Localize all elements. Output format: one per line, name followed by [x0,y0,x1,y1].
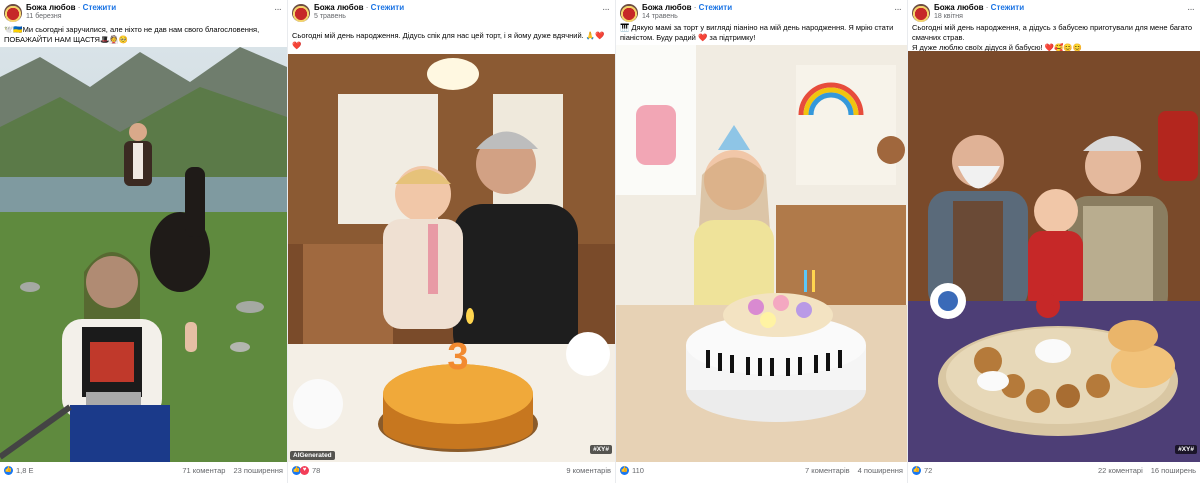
watermark-badge: #XY# [1175,445,1197,454]
post-image[interactable] [616,45,907,462]
post-image[interactable] [0,47,287,462]
post-card-2: Божа любов · Стежити 5 травень ··· Сього… [288,0,615,483]
post-date[interactable]: 5 травень [314,13,346,20]
post-caption: 🕊️🇺🇦Ми сьогодні заручилися, але ніхто не… [4,25,260,44]
post-caption: Сьогодні мій день народження, а дідусь з… [912,23,1193,52]
more-options-icon[interactable]: ··· [1187,4,1195,15]
follow-button[interactable]: Стежити [699,3,732,12]
comment-count[interactable]: 9 коментарів [566,466,611,475]
post-card-1: Божа любов · Стежити 11 березня ··· 🕊️🇺🇦… [0,0,287,483]
reactions[interactable]: 👍 110 [620,466,644,475]
more-options-icon[interactable]: ··· [274,4,282,15]
post-footer: 👍 1,8 E 71 коментар 23 поширення [4,466,283,478]
author-name[interactable]: Божа любов [314,3,364,12]
post-caption: Сьогодні мій день народження. Дідусь спі… [292,31,605,50]
author-line: Божа любов · Стежити [26,3,116,12]
author-line: Божа любов · Стежити [934,3,1024,12]
share-count[interactable]: 4 поширення [858,466,903,475]
post-image[interactable]: #XY# [908,51,1200,462]
couple-mountain-photo [0,47,287,462]
post-date[interactable]: 18 квітня [934,13,963,20]
follow-button[interactable]: Стежити [83,3,116,12]
reaction-count: 110 [632,466,644,475]
author-name[interactable]: Божа любов [934,3,984,12]
like-icon: 👍 [912,466,921,475]
page-avatar[interactable] [292,4,310,22]
post-header: Божа любов · Стежити 11 березня ··· [4,2,283,24]
reaction-count: 72 [924,466,933,475]
post-stats: 71 коментар 23 поширення [182,466,283,475]
post-date[interactable]: 11 березня [26,13,62,20]
feed-grid: Божа любов · Стежити 11 березня ··· 🕊️🇺🇦… [0,0,1200,483]
comment-count[interactable]: 7 коментарів [805,466,850,475]
post-stats: 7 коментарів 4 поширення [805,466,903,475]
post-footer: 👍 110 7 коментарів 4 поширення [620,466,903,478]
reactions[interactable]: 👍 72 [912,466,932,475]
post-header: Божа любов · Стежити 5 травень ··· [292,2,611,24]
candle-number: 3 [447,336,468,378]
like-icon: 👍 [4,466,13,475]
page-avatar[interactable] [4,4,22,22]
separator: · [693,3,697,12]
ai-generated-badge: AIGenerated [290,451,335,460]
watermark-badge: #XY# [590,445,612,454]
reactions[interactable]: 👍 1,8 E [4,466,34,475]
more-options-icon[interactable]: ··· [602,4,610,15]
post-footer: 👍 72 22 коментарі 16 поширень [912,466,1196,478]
separator: · [985,3,989,12]
share-count[interactable]: 16 поширень [1151,466,1196,475]
reactions[interactable]: 👍 ♥ 78 [292,466,320,475]
post-date[interactable]: 14 травень [642,13,678,20]
reaction-count: 1,8 E [16,466,34,475]
author-name[interactable]: Божа любов [26,3,76,12]
page-avatar[interactable] [620,4,638,22]
love-icon: ♥ [300,466,309,475]
comment-count[interactable]: 22 коментарі [1098,466,1143,475]
post-stats: 9 коментарів [566,466,611,475]
post-card-4: Божа любов · Стежити 18 квітня ··· Сього… [908,0,1200,483]
comment-count[interactable]: 71 коментар [182,466,225,475]
follow-button[interactable]: Стежити [371,3,404,12]
page-avatar[interactable] [912,4,930,22]
post-header: Божа любов · Стежити 14 травень ··· [620,2,903,24]
grandparents-feast-photo [908,51,1200,462]
post-image[interactable]: 3 AIGenerated #XY# [288,54,615,462]
like-icon: 👍 [620,466,629,475]
separator: · [365,3,369,12]
follow-button[interactable]: Стежити [991,3,1024,12]
more-options-icon[interactable]: ··· [894,4,902,15]
grandpa-cake-photo: 3 [288,54,615,462]
post-caption: 🎹 Дякую мамі за торт у вигляді піаніно н… [620,23,894,42]
author-line: Божа любов · Стежити [314,3,404,12]
post-stats: 22 коментарі 16 поширень [1098,466,1196,475]
share-count[interactable]: 23 поширення [233,466,283,475]
post-card-3: Божа любов · Стежити 14 травень ··· 🎹 Дя… [616,0,907,483]
separator: · [77,3,81,12]
post-header: Божа любов · Стежити 18 квітня ··· [912,2,1196,24]
reaction-count: 78 [312,466,321,475]
author-name[interactable]: Божа любов [642,3,692,12]
author-line: Божа любов · Стежити [642,3,732,12]
piano-cake-photo [616,45,907,462]
post-footer: 👍 ♥ 78 9 коментарів [292,466,611,478]
